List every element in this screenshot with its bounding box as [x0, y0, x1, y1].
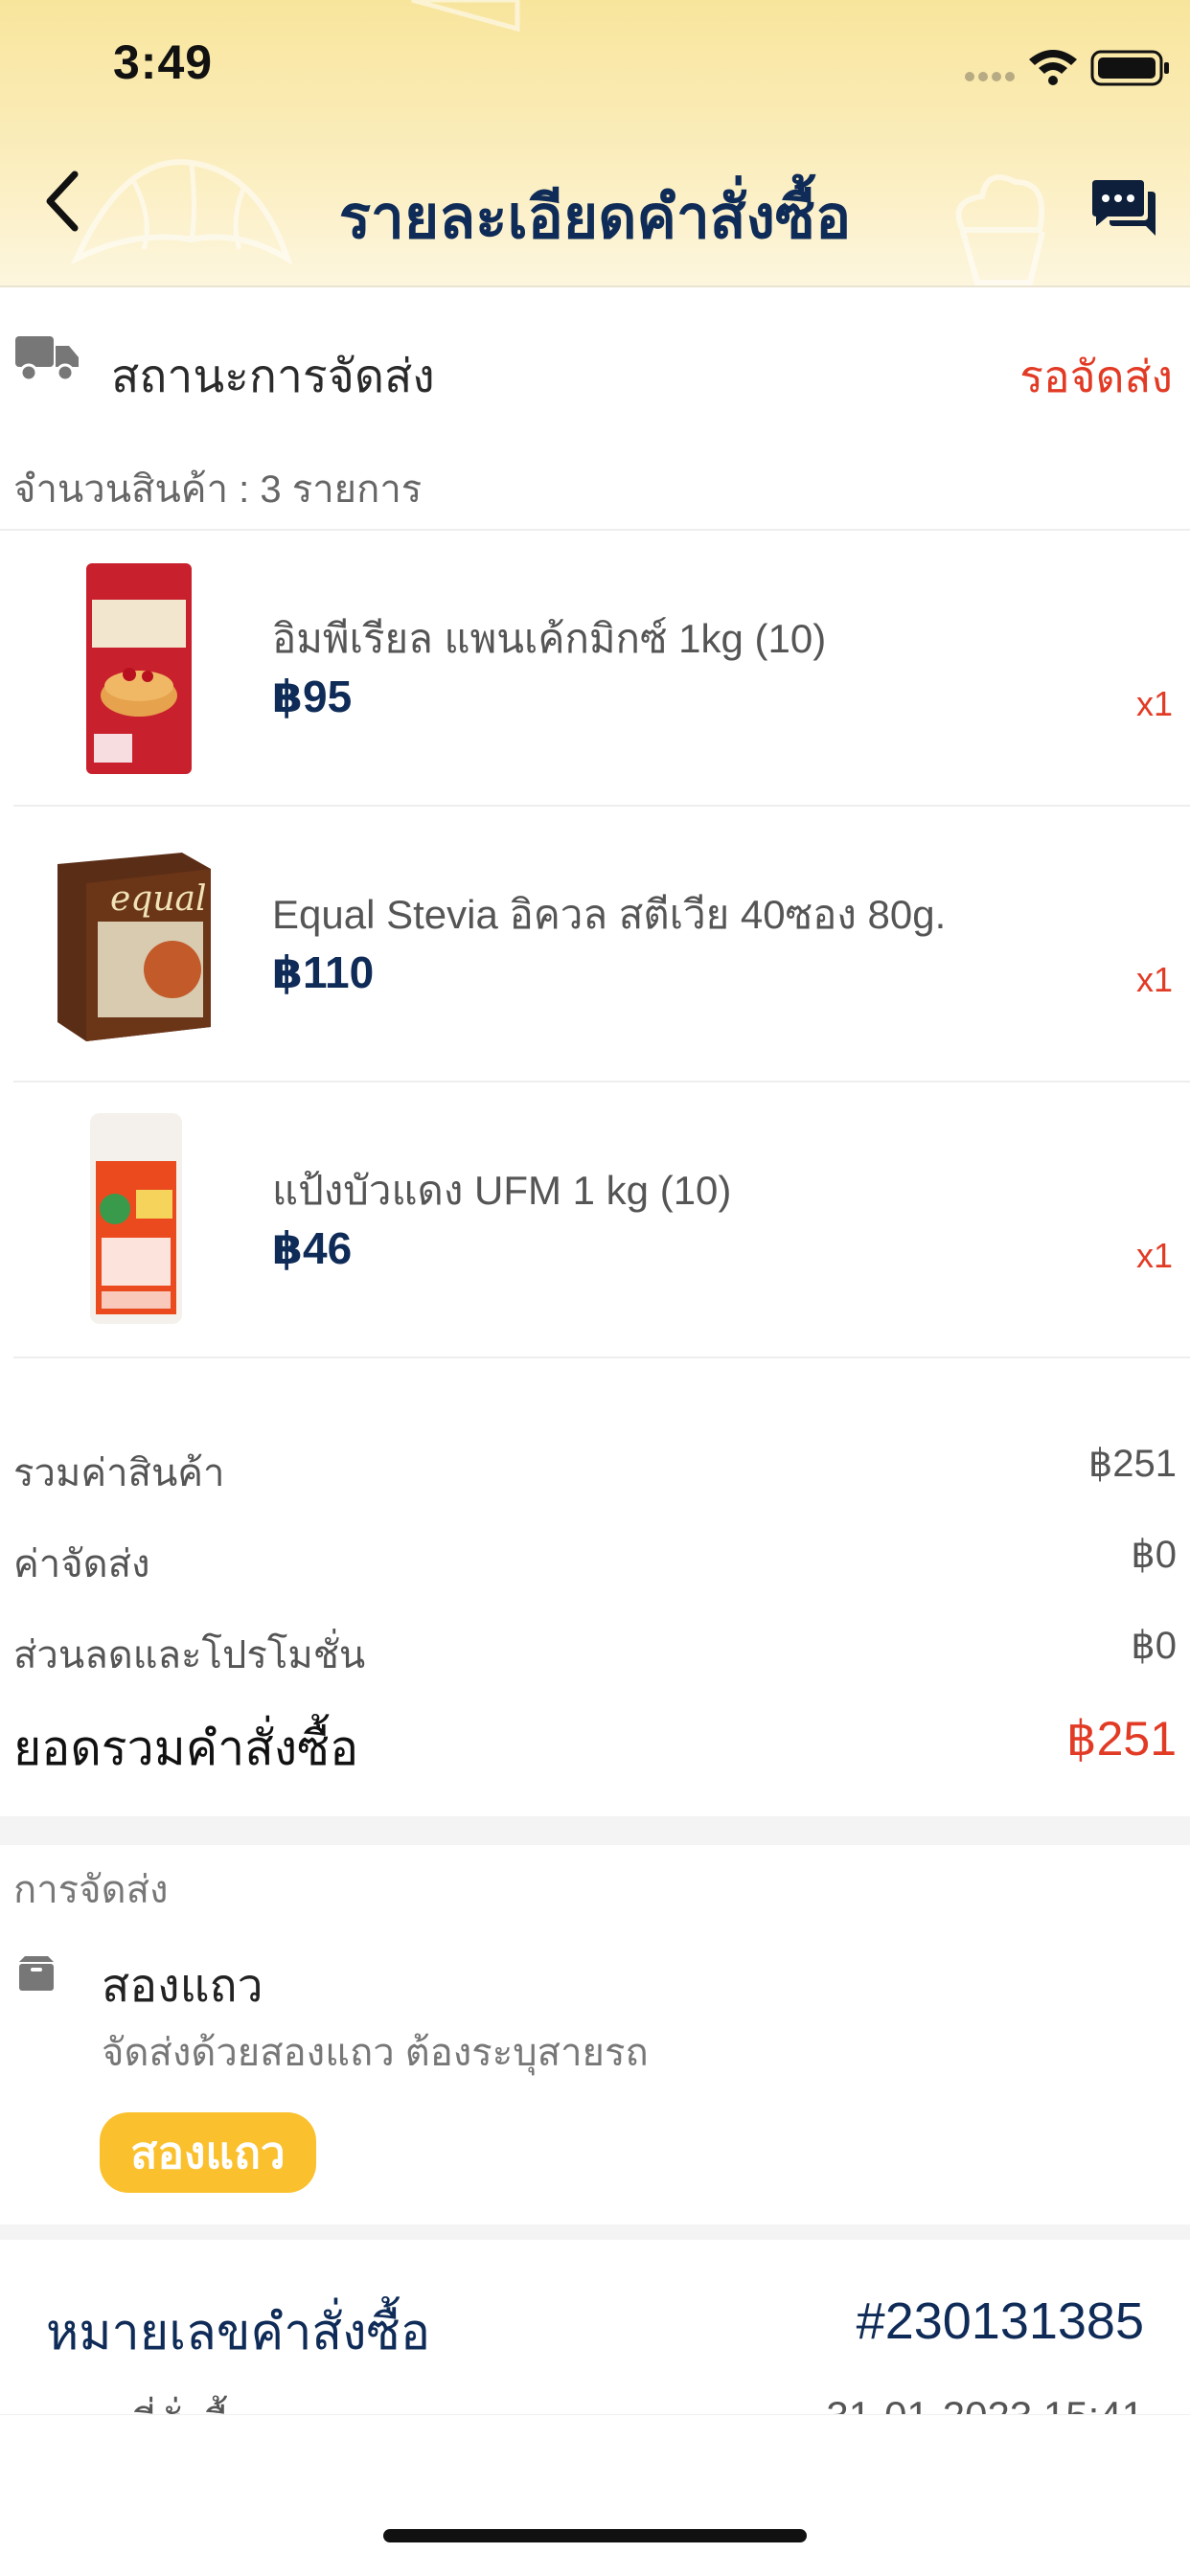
subtotal-label: รวมค่าสินค้า — [13, 1452, 225, 1494]
item-count: จำนวนสินค้า : 3 รายการ — [13, 468, 423, 511]
product-quantity: x1 — [1135, 960, 1173, 999]
product-name: แป้งบัวแดง UFM 1 kg (10) — [272, 1168, 732, 1213]
product-price: ฿46 — [272, 1223, 353, 1273]
status-time: 3:49 — [113, 35, 214, 89]
total-value: ฿251 — [1065, 1712, 1177, 1766]
package-icon — [19, 1956, 54, 1991]
product-image — [90, 1113, 182, 1324]
app-header: 3:49 รายละเอียดคำสั่งซื้อ — [0, 0, 1190, 287]
subtotal-row: รวมค่าสินค้า ฿251 — [13, 1442, 1177, 1503]
shipping-method-description: จัดส่งด้วยสองแถว ต้องระบุสายรถ — [102, 2032, 649, 2074]
order-number-value: #230131385 — [856, 2292, 1144, 2350]
order-item[interactable]: equal Equal Stevia อิควล สตีเวีย 40ซอง 8… — [0, 807, 1190, 1081]
shipping-fee-label: ค่าจัดส่ง — [13, 1543, 150, 1585]
delivery-status-value: รอจัดส่ง — [1019, 352, 1173, 401]
wifi-icon — [1029, 50, 1077, 85]
page-title: รายละเอียดคำสั่งซื้อ — [338, 185, 852, 251]
chat-button[interactable] — [1079, 169, 1167, 249]
order-number-label: หมายเลขคำสั่งซื้อ — [46, 2305, 431, 2360]
cake-decoration — [411, 0, 520, 33]
svg-text:equal: equal — [110, 879, 207, 919]
total-row: ยอดรวมคำสั่งซื้อ ฿251 — [13, 1711, 1177, 1787]
discount-value: ฿0 — [1131, 1625, 1177, 1667]
discount-row: ส่วนลดและโปรโมชั่น ฿0 — [13, 1624, 1177, 1685]
section-separator — [0, 1816, 1190, 1845]
product-image — [86, 563, 192, 774]
subtotal-value: ฿251 — [1087, 1443, 1177, 1485]
product-quantity: x1 — [1135, 1236, 1173, 1275]
delivery-status-label: สถานะการจัดส่ง — [111, 352, 435, 402]
product-price: ฿95 — [272, 672, 353, 721]
signal-icon — [965, 72, 1015, 81]
chat-icon — [1092, 180, 1156, 236]
section-separator — [0, 2224, 1190, 2240]
product-name: อิมพีเรียล แพนเค้กมิกซ์ 1kg (10) — [272, 616, 827, 661]
discount-label: ส่วนลดและโปรโมชั่น — [13, 1634, 366, 1676]
order-item[interactable]: แป้งบัวแดง UFM 1 kg (10) ฿46 x1 — [0, 1083, 1190, 1356]
truck-icon — [15, 336, 79, 382]
shipping-method-name: สองแถว — [102, 1961, 263, 2012]
product-name: Equal Stevia อิควล สตีเวีย 40ซอง 80g. — [272, 892, 947, 937]
shipping-section-title: การจัดส่ง — [13, 1869, 169, 1911]
battery-icon — [1090, 50, 1169, 86]
product-image: equal — [57, 853, 211, 1041]
status-indicators — [965, 50, 1169, 86]
home-indicator — [383, 2529, 807, 2542]
product-quantity: x1 — [1135, 684, 1173, 723]
shipping-fee-row: ค่าจัดส่ง ฿0 — [13, 1533, 1177, 1594]
shipping-method-chip[interactable]: สองแถว — [100, 2112, 316, 2193]
bottom-safe-area — [0, 2414, 1190, 2576]
product-price: ฿110 — [272, 947, 375, 997]
order-item[interactable]: อิมพีเรียล แพนเค้กมิกซ์ 1kg (10) ฿95 x1 — [0, 531, 1190, 805]
shipping-fee-value: ฿0 — [1131, 1534, 1177, 1576]
total-label: ยอดรวมคำสั่งซื้อ — [13, 1721, 359, 1775]
divider — [13, 1356, 1190, 1358]
